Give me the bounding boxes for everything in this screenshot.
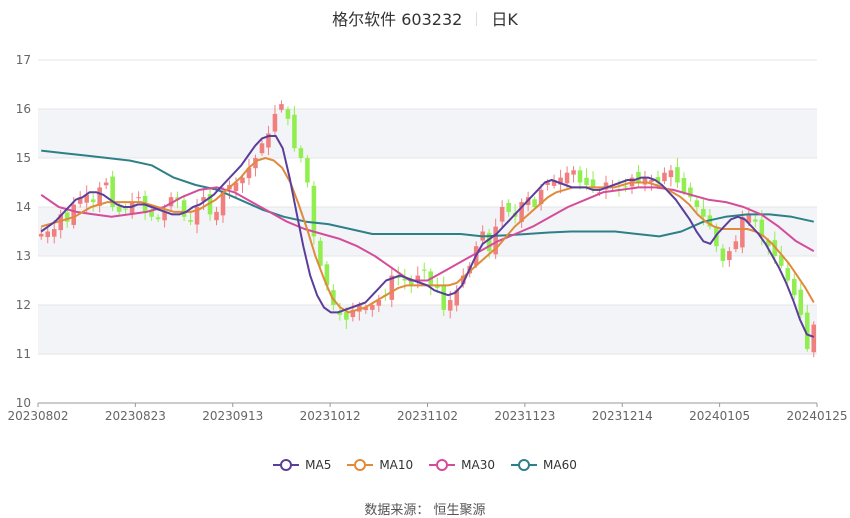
legend-label: MA30 xyxy=(461,458,496,472)
candle-body xyxy=(45,231,51,238)
legend-label: MA60 xyxy=(543,458,577,472)
candle-body xyxy=(571,170,576,175)
candle-body xyxy=(116,206,122,212)
x-tick-label: 20231012 xyxy=(300,409,361,423)
legend-item-ma10[interactable]: MA10 xyxy=(347,458,413,472)
candle-body xyxy=(51,229,57,237)
candle-body xyxy=(740,216,745,248)
candle-body xyxy=(421,269,427,271)
kline-chart: 10 11 12 13 14 15 16 17 20230802 20230823 20230913… xyxy=(7,53,847,423)
candle-body xyxy=(590,179,596,188)
candle-body xyxy=(675,167,680,183)
x-tick-label: 20231214 xyxy=(592,409,653,423)
candle-body xyxy=(506,202,511,212)
y-tick-label: 10 xyxy=(16,396,31,410)
candle-body xyxy=(370,305,375,310)
legend-marker-icon xyxy=(429,459,456,471)
candle-body xyxy=(811,324,817,353)
candle-body xyxy=(720,248,726,261)
y-tick-label: 13 xyxy=(16,249,31,263)
x-tick-label: 20230823 xyxy=(105,409,166,423)
candle-body xyxy=(311,185,317,237)
candle-body xyxy=(701,208,706,217)
candle-body xyxy=(136,197,141,199)
legend-marker-icon xyxy=(511,459,538,471)
y-tick-label: 14 xyxy=(16,200,31,214)
candle-body xyxy=(298,148,304,158)
candle-body xyxy=(785,268,791,281)
y-tick-label: 15 xyxy=(16,151,31,165)
legend-marker-icon xyxy=(273,459,300,471)
legend-label: MA5 xyxy=(305,458,332,472)
legend-item-ma30[interactable]: MA30 xyxy=(429,458,495,472)
candle-body xyxy=(279,104,284,110)
candle-body xyxy=(577,170,583,183)
candle-body xyxy=(181,200,187,217)
grid-band xyxy=(38,207,817,256)
candle-body xyxy=(727,251,732,261)
candle-body xyxy=(584,177,589,185)
candle-body xyxy=(38,233,44,237)
legend-item-ma60[interactable]: MA60 xyxy=(511,458,577,472)
candle-body xyxy=(694,200,700,207)
grid-band xyxy=(38,109,817,158)
candle-body xyxy=(441,284,447,310)
x-tick-label: 20240105 xyxy=(689,409,750,423)
legend-label: MA10 xyxy=(379,458,414,472)
y-tick-label: 17 xyxy=(16,53,31,67)
candle-body xyxy=(123,208,128,210)
candle-body xyxy=(668,170,674,178)
candle-body xyxy=(623,186,628,188)
candle-body xyxy=(90,199,96,203)
candle-body xyxy=(155,217,161,220)
candle-body xyxy=(318,240,323,266)
candle-body xyxy=(272,113,278,132)
candle-body xyxy=(532,199,537,207)
legend: MA5 MA10 MA30 MA60 xyxy=(0,458,850,474)
candle-body xyxy=(447,300,453,311)
candle-body xyxy=(662,172,667,182)
candle-body xyxy=(681,178,687,193)
candle-body xyxy=(564,172,570,184)
x-tick-label: 20231102 xyxy=(397,409,458,423)
candle-body xyxy=(103,182,109,186)
y-tick-label: 11 xyxy=(16,347,31,361)
x-tick-label: 20231123 xyxy=(494,409,555,423)
x-tick-label: 20230802 xyxy=(7,409,68,423)
x-tick-label: 20240125 xyxy=(786,409,847,423)
candle-body xyxy=(798,289,804,315)
candle-body xyxy=(499,207,505,222)
candle-body xyxy=(649,180,654,183)
candle-body xyxy=(259,143,265,154)
data-source: 数据来源： 恒生聚源 xyxy=(364,503,486,518)
candle-body xyxy=(214,211,219,221)
y-tick-label: 12 xyxy=(16,298,31,312)
x-tick-label: 20230913 xyxy=(202,409,263,423)
legend-item-ma5[interactable]: MA5 xyxy=(273,458,331,472)
candle-body xyxy=(285,109,291,119)
candle-body xyxy=(188,220,193,222)
candle-body xyxy=(305,158,310,183)
candle-body xyxy=(71,204,76,225)
candle-body xyxy=(792,278,797,296)
candle-body xyxy=(733,241,739,250)
grid-band xyxy=(38,305,817,354)
candle-body xyxy=(292,114,297,149)
legend-marker-icon xyxy=(347,459,374,471)
candle-body xyxy=(753,219,758,222)
y-tick-label: 16 xyxy=(16,102,31,116)
